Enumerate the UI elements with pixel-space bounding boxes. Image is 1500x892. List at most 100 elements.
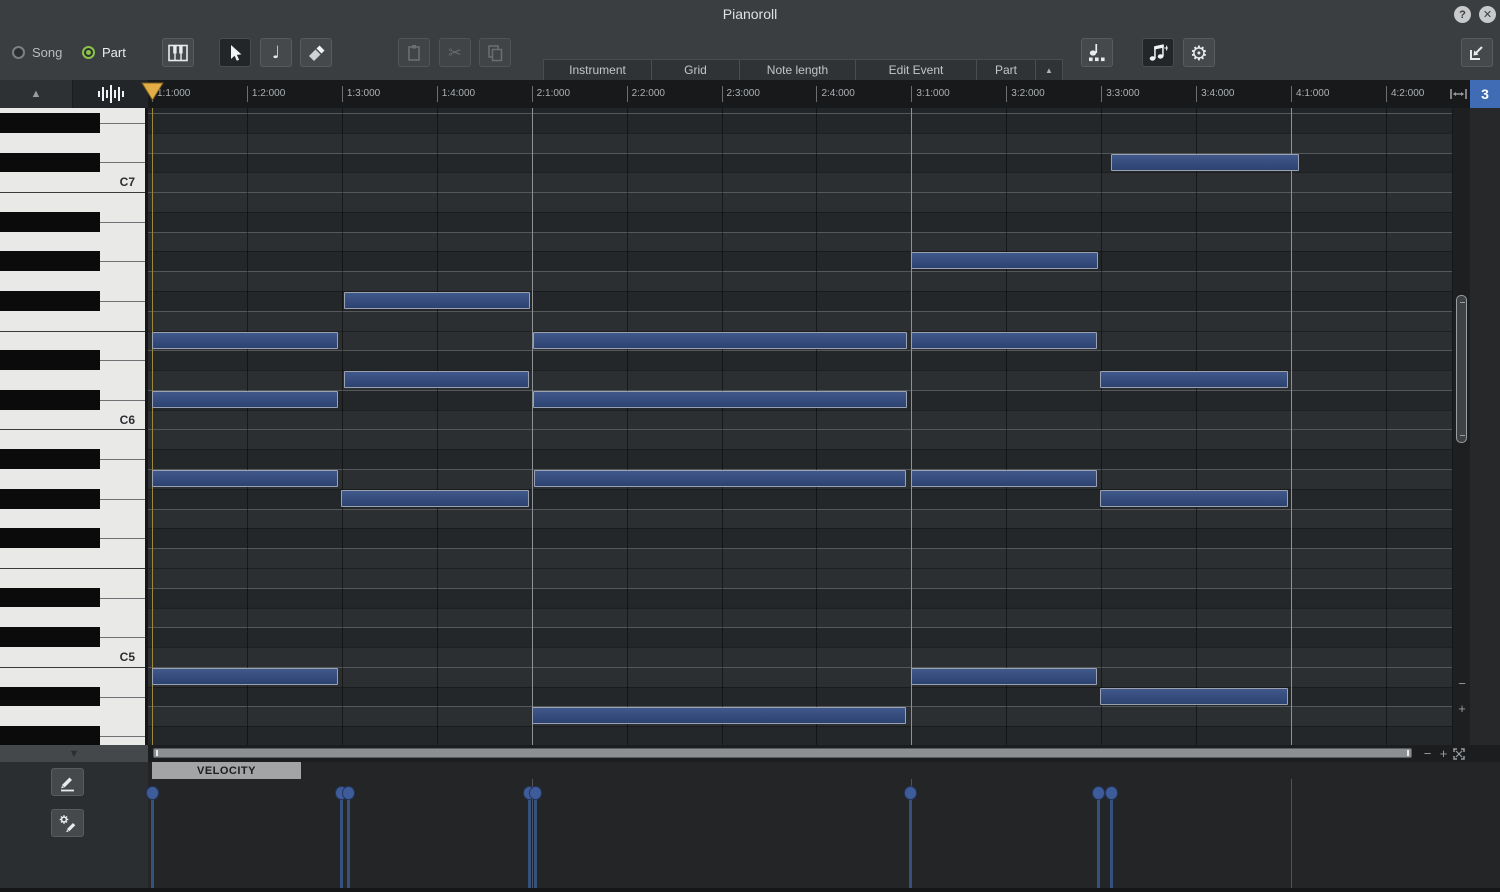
midi-note-B4[interactable] bbox=[911, 667, 1097, 685]
midi-note-C#6[interactable] bbox=[152, 390, 338, 408]
grid-row-C5[interactable] bbox=[148, 647, 1452, 667]
piano-key-D#6[interactable] bbox=[0, 350, 100, 371]
velocity-stem[interactable] bbox=[340, 793, 343, 888]
grid-row-B4[interactable] bbox=[148, 666, 1452, 687]
grid-row-A#5[interactable] bbox=[148, 449, 1452, 470]
grid-row-A#6[interactable] bbox=[148, 211, 1452, 232]
horizontal-zoom-out-button[interactable]: − bbox=[1420, 745, 1435, 762]
velocity-head[interactable] bbox=[145, 786, 159, 800]
velocity-tab[interactable]: VELOCITY bbox=[152, 762, 301, 779]
velocity-stem[interactable] bbox=[1110, 793, 1113, 888]
quantize-button[interactable] bbox=[1081, 38, 1113, 67]
vertical-zoom-in-button[interactable]: + bbox=[1453, 701, 1471, 717]
dropdown-header[interactable]: Part bbox=[977, 60, 1035, 81]
grid-row-D7[interactable] bbox=[148, 132, 1452, 153]
help-icon[interactable]: ? bbox=[1454, 6, 1471, 23]
paste-button[interactable] bbox=[398, 38, 430, 67]
piano-key-C#5[interactable] bbox=[0, 627, 100, 648]
velocity-stem[interactable] bbox=[1097, 793, 1100, 888]
midi-note-F#6[interactable] bbox=[344, 292, 530, 310]
velocity-stem[interactable] bbox=[909, 793, 912, 888]
midi-note-B4[interactable] bbox=[152, 667, 338, 685]
piano-key-A#4[interactable] bbox=[0, 686, 100, 707]
midi-note-A5[interactable] bbox=[534, 470, 906, 488]
piano-key-F#6[interactable] bbox=[0, 291, 100, 311]
piano-key-C#7[interactable] bbox=[0, 152, 100, 173]
grid-row-D#6[interactable] bbox=[148, 350, 1452, 371]
grid-row-C#5[interactable] bbox=[148, 627, 1452, 648]
fit-horizontal-button[interactable] bbox=[1447, 80, 1470, 108]
midi-note-E6[interactable] bbox=[911, 331, 1097, 349]
vertical-scrollbar[interactable]: − + bbox=[1452, 108, 1470, 745]
grid-row-F6[interactable] bbox=[148, 310, 1452, 331]
part-spinner-up[interactable]: ▲ bbox=[1036, 60, 1062, 80]
grid-row-G5[interactable] bbox=[148, 508, 1452, 529]
playhead-marker[interactable] bbox=[141, 82, 164, 102]
midi-note-A5[interactable] bbox=[911, 470, 1097, 488]
cut-button[interactable]: ✂ bbox=[439, 38, 471, 67]
timeline-ruler[interactable]: 1:1:000 1:2:000 1:3:000 1:4:000 2:1:000 2:2:0… bbox=[148, 80, 1447, 108]
note-tool-button[interactable]: ♩ bbox=[260, 38, 292, 67]
midi-note-C#7[interactable] bbox=[1111, 153, 1299, 171]
midi-note-G#5[interactable] bbox=[341, 489, 529, 507]
grid-row-F5[interactable] bbox=[148, 548, 1452, 568]
midi-note-E6[interactable] bbox=[533, 331, 907, 349]
velocity-stem[interactable] bbox=[528, 793, 531, 888]
midi-note-D6[interactable] bbox=[344, 371, 529, 389]
midi-note-G#5[interactable] bbox=[1100, 489, 1288, 507]
show-keyboard-button[interactable] bbox=[162, 38, 194, 67]
piano-key-A#6[interactable] bbox=[0, 211, 100, 232]
vertical-zoom-out-button[interactable]: − bbox=[1453, 676, 1471, 692]
velocity-head[interactable] bbox=[903, 786, 917, 800]
song-radio[interactable]: Song bbox=[12, 45, 62, 60]
velocity-stem[interactable] bbox=[151, 793, 154, 888]
grid-row-B5[interactable] bbox=[148, 429, 1452, 450]
audio-view-button[interactable] bbox=[73, 80, 148, 108]
piano-key-F#5[interactable] bbox=[0, 528, 100, 549]
midi-note-A5[interactable] bbox=[152, 470, 338, 488]
settings-button[interactable]: ⚙ bbox=[1183, 38, 1215, 67]
velocity-stem[interactable] bbox=[534, 793, 537, 888]
grid-row-G#4[interactable] bbox=[148, 726, 1452, 745]
velocity-head[interactable] bbox=[1104, 786, 1118, 800]
note-grid[interactable] bbox=[148, 108, 1452, 745]
grid-row-F#5[interactable] bbox=[148, 528, 1452, 549]
velocity-head[interactable] bbox=[1091, 786, 1105, 800]
velocity-stem[interactable] bbox=[347, 793, 350, 888]
piano-key-G#4[interactable] bbox=[0, 726, 100, 745]
velocity-settings-button[interactable] bbox=[51, 809, 84, 837]
grid-row-A6[interactable] bbox=[148, 231, 1452, 252]
grid-row-D#7[interactable] bbox=[148, 113, 1452, 133]
velocity-lane[interactable]: VELOCITY bbox=[0, 762, 1500, 888]
part-number-tab[interactable]: 3 bbox=[1470, 80, 1500, 108]
piano-key-D#7[interactable] bbox=[0, 113, 100, 133]
grid-row-B6[interactable] bbox=[148, 192, 1452, 212]
draw-velocity-button[interactable] bbox=[51, 768, 84, 796]
eraser-tool-button[interactable] bbox=[300, 38, 332, 67]
piano-key-G#6[interactable] bbox=[0, 251, 100, 272]
grid-row-D5[interactable] bbox=[148, 607, 1452, 628]
horizontal-zoom-in-button[interactable]: + bbox=[1436, 745, 1451, 762]
select-tool-button[interactable] bbox=[219, 38, 251, 67]
piano-keyboard[interactable]: C7 C6 C5 bbox=[0, 108, 148, 745]
grid-row-D#5[interactable] bbox=[148, 587, 1452, 608]
piano-key-C#6[interactable] bbox=[0, 389, 100, 410]
piano-key-G#5[interactable] bbox=[0, 488, 100, 509]
grid-row-E5[interactable] bbox=[148, 567, 1452, 588]
part-radio[interactable]: Part bbox=[82, 45, 126, 60]
dropdown-header[interactable]: Edit Event bbox=[856, 60, 976, 81]
scroll-down-button[interactable]: ▼ bbox=[0, 745, 148, 762]
dropdown-header[interactable]: Note length bbox=[740, 60, 855, 81]
grid-row-C6[interactable] bbox=[148, 409, 1452, 430]
midi-note-A#4[interactable] bbox=[1100, 687, 1288, 705]
velocity-head[interactable] bbox=[528, 786, 542, 800]
import-to-track-button[interactable] bbox=[1461, 38, 1493, 67]
horizontal-scrollbar-thumb[interactable] bbox=[153, 748, 1412, 758]
midi-note-E6[interactable] bbox=[152, 331, 338, 349]
dropdown-header[interactable]: Instrument bbox=[544, 60, 651, 81]
velocity-head[interactable] bbox=[341, 786, 355, 800]
midi-note-G#6[interactable] bbox=[911, 252, 1098, 270]
midi-note-C#6[interactable] bbox=[533, 390, 907, 408]
grid-row-G6[interactable] bbox=[148, 271, 1452, 291]
add-notes-button[interactable]: + bbox=[1142, 38, 1174, 67]
